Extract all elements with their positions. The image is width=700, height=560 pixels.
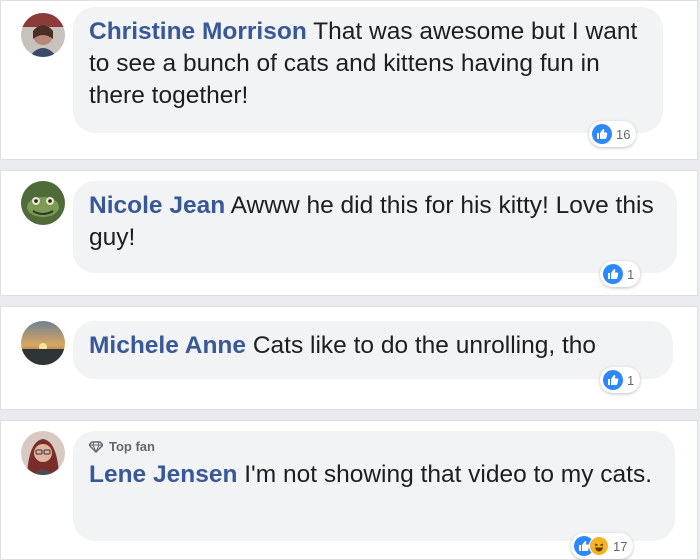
- top-fan-badge: Top fan: [89, 439, 659, 455]
- reaction-summary[interactable]: 1: [600, 367, 641, 393]
- reaction-count: 1: [627, 266, 635, 282]
- comment-card: Top fan Lene Jensen I'm not showing that…: [0, 420, 698, 560]
- avatar[interactable]: [21, 181, 65, 225]
- top-fan-label: Top fan: [109, 439, 155, 454]
- comment-bubble: Christine Morrison That was awesome but …: [73, 7, 663, 133]
- reaction-summary[interactable]: 16: [589, 121, 637, 147]
- comment-bubble: Michele Anne Cats like to do the unrolli…: [73, 321, 673, 379]
- reaction-count: 17: [613, 538, 628, 554]
- avatar[interactable]: [21, 431, 65, 475]
- comment-author[interactable]: Michele Anne: [89, 332, 246, 359]
- avatar[interactable]: [21, 321, 65, 365]
- like-reaction-icon: [603, 264, 623, 284]
- comment-text: Cats like to do the unrolling, tho: [252, 332, 597, 359]
- avatar[interactable]: [21, 13, 65, 57]
- reaction-summary[interactable]: 17: [571, 533, 634, 559]
- like-reaction-icon: [603, 370, 623, 390]
- comment-author[interactable]: Nicole Jean: [89, 192, 225, 219]
- reaction-count: 1: [627, 372, 635, 388]
- reaction-count: 16: [616, 126, 631, 142]
- reaction-summary[interactable]: 1: [600, 261, 641, 287]
- like-reaction-icon: [592, 124, 612, 144]
- comment-card: Christine Morrison That was awesome but …: [0, 0, 698, 160]
- diamond-icon: [89, 441, 103, 453]
- comment-bubble: Nicole Jean Awww he did this for his kit…: [73, 181, 677, 273]
- comment-feed: Christine Morrison That was awesome but …: [0, 0, 700, 560]
- haha-reaction-icon: [589, 536, 609, 556]
- comment-author[interactable]: Lene Jensen: [89, 461, 237, 488]
- comment-card: Michele Anne Cats like to do the unrolli…: [0, 306, 698, 410]
- comment-author[interactable]: Christine Morrison: [89, 18, 307, 45]
- comment-card: Nicole Jean Awww he did this for his kit…: [0, 170, 698, 296]
- comment-bubble: Top fan Lene Jensen I'm not showing that…: [73, 431, 675, 541]
- comment-text: I'm not showing that video to my cats.: [244, 461, 653, 488]
